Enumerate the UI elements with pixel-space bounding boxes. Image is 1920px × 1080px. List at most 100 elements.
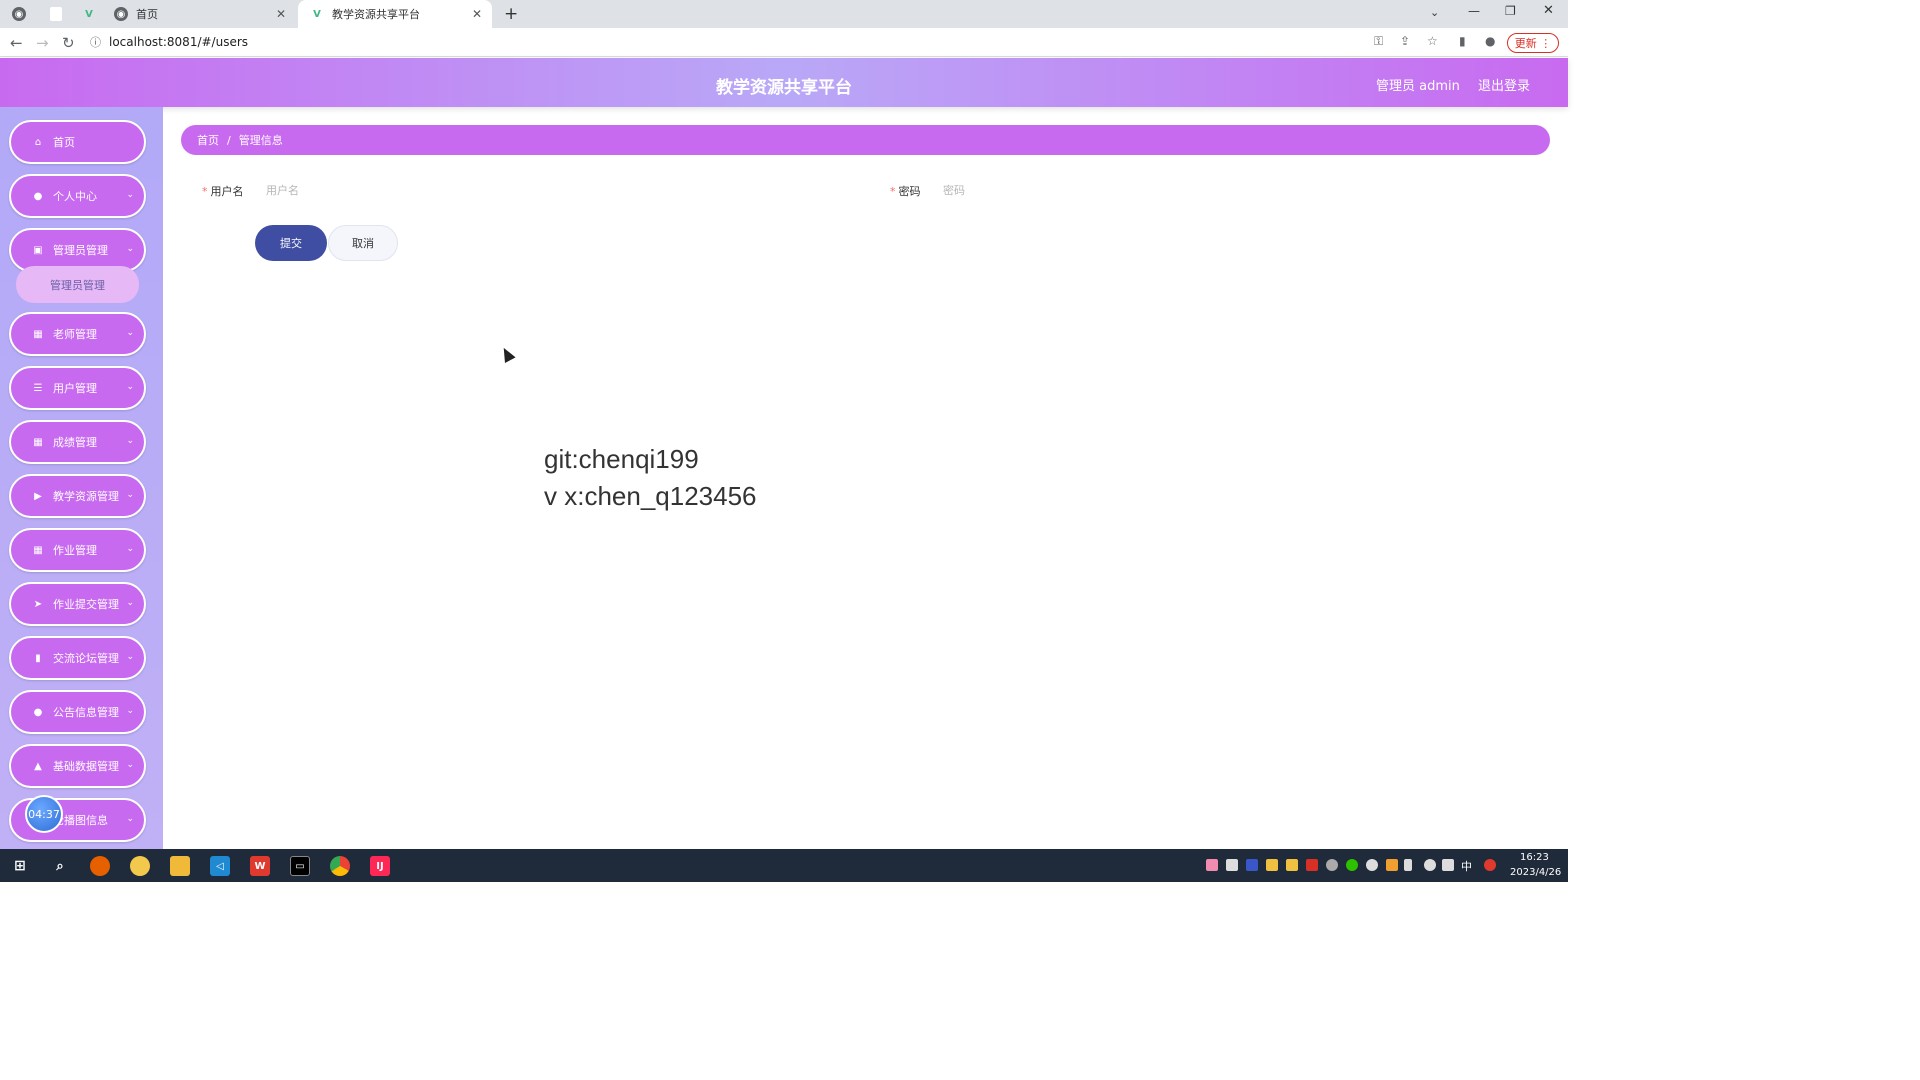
sidebar-item-home[interactable]: ⌂ 首页 [9, 120, 146, 164]
breadcrumb-separator: / [227, 133, 231, 147]
app-icon[interactable] [130, 856, 150, 876]
sidebar-item-submission-management[interactable]: ➤ 作业提交管理 ⌄ [9, 582, 146, 626]
app-header: 教学资源共享平台 管理员 admin 退出登录 [0, 58, 1568, 107]
restore-icon[interactable]: ❐ [1505, 4, 1516, 18]
chevron-down-icon: ⌄ [126, 382, 134, 392]
sidebar-item-teacher-management[interactable]: ▦ 老师管理 ⌄ [9, 312, 146, 356]
list-icon: ☰ [33, 382, 43, 394]
logout-link[interactable]: 退出登录 [1478, 75, 1530, 94]
username-input[interactable] [266, 178, 866, 202]
sidebar-item-label: 成绩管理 [53, 436, 97, 449]
sidebar-item-homework-management[interactable]: ▦ 作业管理 ⌄ [9, 528, 146, 572]
sidebar-item-label: 教学资源管理 [53, 490, 119, 503]
site-title: 教学资源共享平台 [716, 78, 852, 98]
update-button[interactable]: 更新 ⋮ [1507, 33, 1559, 53]
recording-timer-badge[interactable]: 04:37 [25, 795, 63, 833]
forward-icon[interactable]: → [36, 34, 49, 52]
submit-button[interactable]: 提交 [255, 225, 327, 261]
new-tab-icon[interactable]: + [504, 4, 518, 24]
chevron-down-icon: ⌄ [126, 328, 134, 338]
cancel-button[interactable]: 取消 [328, 225, 398, 261]
tray-app-icon[interactable] [1326, 859, 1338, 871]
url-text: localhost:8081/#/users [109, 35, 249, 49]
windows-taskbar: ⊞ ⌕ ◁ W ▭ IJ 中 16:23 2023/4/26 [0, 849, 1568, 882]
tray-app-icon[interactable] [1286, 859, 1298, 871]
chevron-down-icon: ⌄ [126, 190, 134, 200]
thumb-icon: ▲ [34, 760, 42, 772]
tab-pinned-2[interactable] [38, 0, 70, 28]
tab-active[interactable]: V 教学资源共享平台 ✕ [298, 0, 492, 28]
search-icon[interactable]: ⌕ [50, 856, 70, 876]
star-icon[interactable]: ☆ [1427, 34, 1438, 48]
share-icon[interactable]: ⇪ [1400, 34, 1410, 48]
submenu-item-admin-management[interactable]: 管理员管理 [16, 266, 139, 303]
vscode-icon[interactable]: ◁ [210, 856, 230, 876]
windows-start-icon[interactable]: ⊞ [10, 856, 30, 876]
tray-app-icon[interactable] [1266, 859, 1278, 871]
qq-icon[interactable] [1366, 859, 1378, 871]
browser-tab-bar: ◉ V ◉ 首页 ✕ V 教学资源共享平台 ✕ + ⌄ — ❐ ✕ [0, 0, 1568, 28]
clock-date[interactable]: 2023/4/26 [1510, 867, 1561, 878]
bar-chart-icon: ▮ [35, 652, 41, 664]
chevron-down-icon: ⌄ [126, 544, 134, 554]
key-icon[interactable]: ⚿ [1374, 34, 1383, 49]
intellij-icon[interactable]: IJ [370, 856, 390, 876]
grid-icon: ▦ [33, 544, 43, 556]
send-icon: ➤ [33, 598, 43, 610]
firefox-icon[interactable] [90, 856, 110, 876]
tray-app-icon[interactable] [1306, 859, 1318, 871]
tray-app-icon[interactable] [1226, 859, 1238, 871]
chevron-down-icon: ⌄ [126, 598, 134, 608]
username-label-text: 用户名 [210, 185, 244, 198]
clipboard-icon: ▣ [33, 244, 43, 256]
url-field[interactable]: ⓘ localhost:8081/#/users [90, 31, 1390, 53]
wechat-icon[interactable] [1346, 859, 1358, 871]
side-panel-icon[interactable]: ▮ [1459, 34, 1466, 48]
sidebar-item-notice-management[interactable]: ● 公告信息管理 ⌄ [9, 690, 146, 734]
breadcrumb-home[interactable]: 首页 [197, 132, 219, 148]
bulb-icon: ● [33, 706, 43, 718]
tray-app-icon[interactable] [1246, 859, 1258, 871]
battery-icon[interactable] [1404, 859, 1412, 871]
close-icon[interactable]: ✕ [472, 7, 482, 21]
tab-pinned-3[interactable]: V [72, 0, 102, 28]
tab-pinned-1[interactable]: ◉ [0, 0, 36, 28]
chrome-icon[interactable] [330, 856, 350, 876]
ime-indicator[interactable]: 中 [1461, 858, 1472, 874]
sidebar-item-user-management[interactable]: ☰ 用户管理 ⌄ [9, 366, 146, 410]
back-icon[interactable]: ← [10, 34, 23, 52]
tab-home[interactable]: ◉ 首页 ✕ [102, 0, 296, 28]
sidebar-item-forum-management[interactable]: ▮ 交流论坛管理 ⌄ [9, 636, 146, 680]
close-icon[interactable]: ✕ [276, 7, 286, 21]
wifi-icon[interactable] [1424, 859, 1436, 871]
password-input[interactable] [943, 178, 1543, 202]
password-label: * 密码 [890, 183, 921, 199]
sidebar-item-label: 用户管理 [53, 382, 97, 395]
user-icon: ● [33, 190, 43, 202]
breadcrumb-current: 管理信息 [238, 134, 283, 147]
profile-icon[interactable]: ● [1485, 34, 1495, 48]
reload-icon[interactable]: ↻ [62, 34, 75, 52]
wps-icon[interactable]: W [250, 856, 270, 876]
sidebar-item-personal-center[interactable]: ● 个人中心 ⌄ [9, 174, 146, 218]
volume-icon[interactable] [1442, 859, 1454, 871]
tray-app-icon[interactable] [1386, 859, 1398, 871]
home-icon: ⌂ [34, 136, 42, 148]
address-bar: ← → ↻ ⓘ localhost:8081/#/users ⚿ ⇪ ☆ ▮ ●… [0, 28, 1568, 57]
sidebar-item-resource-management[interactable]: ▶ 教学资源管理 ⌄ [9, 474, 146, 518]
window-close-icon[interactable]: ✕ [1543, 3, 1554, 18]
sidebar-item-basic-data-management[interactable]: ▲ 基础数据管理 ⌄ [9, 744, 146, 788]
tab-search-icon[interactable]: ⌄ [1430, 6, 1439, 19]
sidebar-item-grade-management[interactable]: ▦ 成绩管理 ⌄ [9, 420, 146, 464]
sidebar-item-label: 作业提交管理 [53, 598, 119, 611]
terminal-icon[interactable]: ▭ [290, 856, 310, 876]
sidebar-item-label: 基础数据管理 [53, 760, 119, 773]
file-explorer-icon[interactable] [170, 856, 190, 876]
info-icon[interactable]: ⓘ [90, 34, 101, 50]
tray-app-icon[interactable] [1206, 859, 1218, 871]
minimize-icon[interactable]: — [1468, 4, 1480, 18]
tray-app-icon[interactable] [1484, 859, 1496, 871]
clock-time[interactable]: 16:23 [1520, 852, 1549, 863]
mouse-cursor-icon [498, 345, 516, 363]
sidebar-item-label: 公告信息管理 [53, 706, 119, 719]
